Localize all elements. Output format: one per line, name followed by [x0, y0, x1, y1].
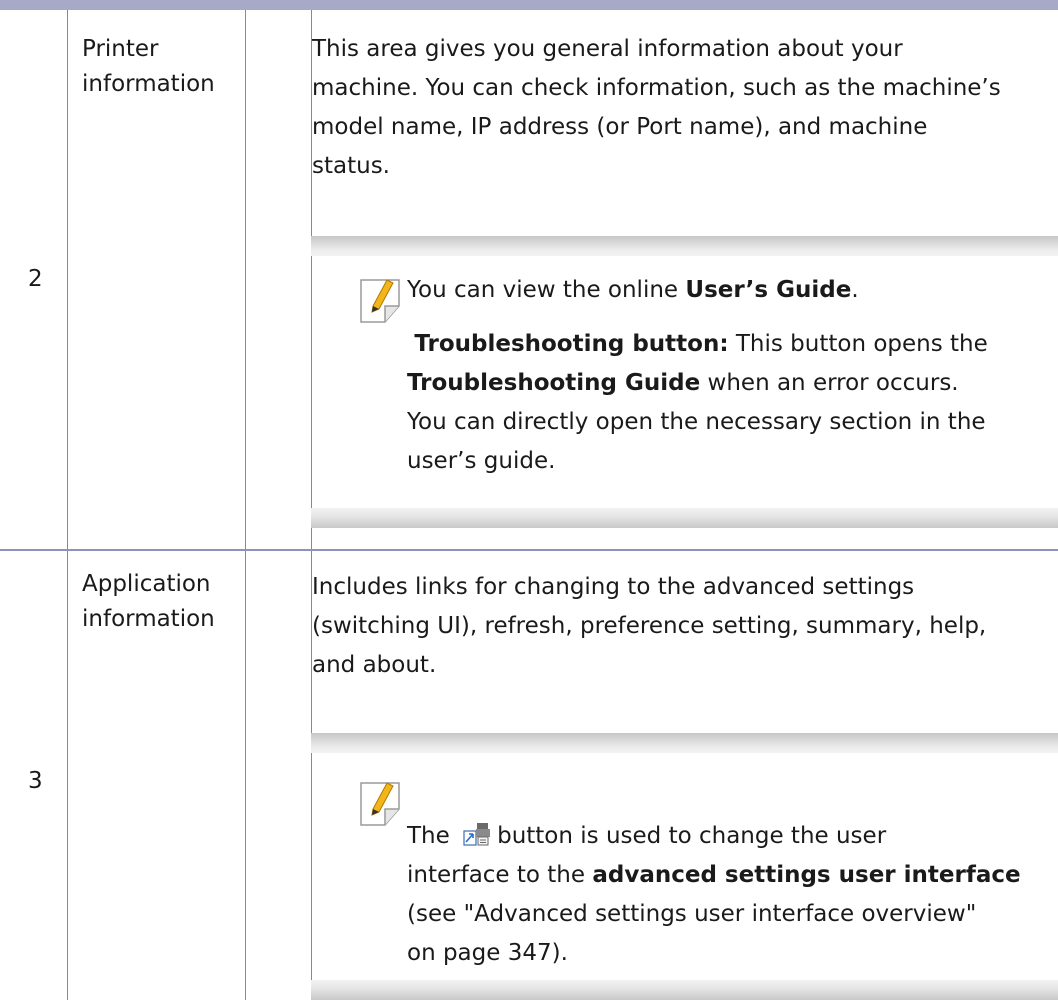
row-description: Includes links for changing to the advan… — [312, 574, 987, 678]
note-pencil-icon — [360, 782, 400, 826]
row-number: 3 — [28, 768, 43, 794]
row-divider — [0, 549, 1058, 551]
note-box: The button is used to change the user in… — [311, 733, 1058, 1000]
note-pencil-icon — [360, 279, 400, 323]
row-number: 2 — [28, 266, 43, 292]
note-top-bar — [311, 236, 1058, 256]
column-divider — [245, 10, 246, 1000]
row-label: Application information — [82, 571, 215, 632]
note-box: You can view the online User’s Guide. Tr… — [311, 236, 1058, 528]
note-text: You can view the online User’s Guide. Tr… — [407, 277, 988, 474]
row-description: This area gives you general information … — [312, 36, 1001, 179]
note-bottom-bar — [311, 508, 1058, 528]
switch-ui-icon — [463, 823, 491, 846]
note-bottom-bar — [311, 980, 1058, 1000]
table-left-border — [67, 10, 68, 1000]
note-text: The button is used to change the user in… — [407, 823, 1021, 966]
row-label: Printer information — [82, 36, 215, 97]
note-top-bar — [311, 733, 1058, 753]
top-rule — [0, 0, 1058, 10]
